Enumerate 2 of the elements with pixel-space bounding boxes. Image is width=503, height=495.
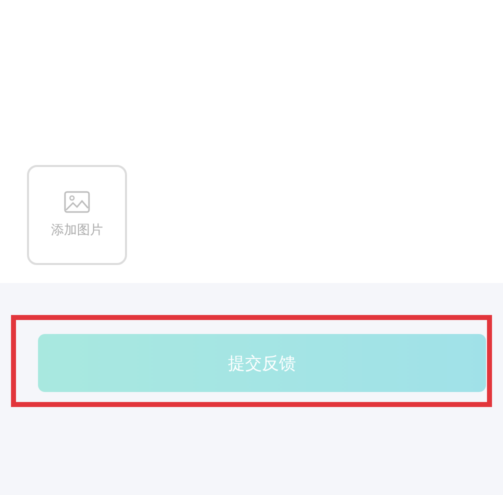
image-icon [64, 191, 90, 213]
add-image-button[interactable]: 添加图片 [27, 165, 127, 265]
